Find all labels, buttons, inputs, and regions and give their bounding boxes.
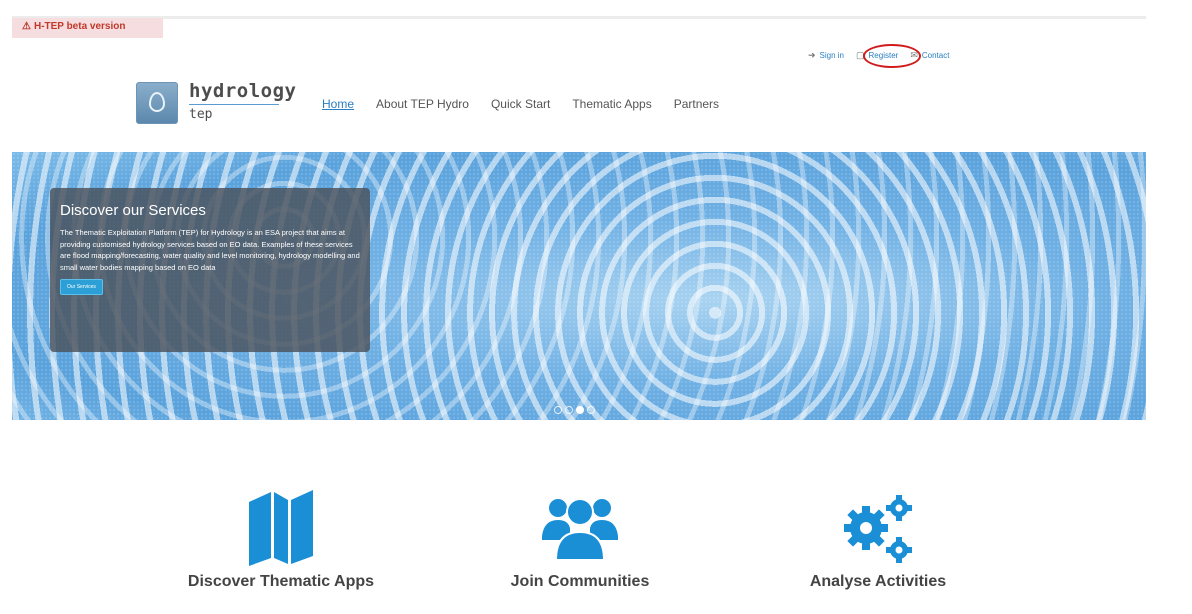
- nav-thematic-apps[interactable]: Thematic Apps: [572, 97, 651, 111]
- carousel-dot[interactable]: [554, 406, 562, 414]
- hero-body: The Thematic Exploitation Platform (TEP)…: [60, 228, 360, 272]
- utility-nav: ➜ Sign in ▢ Register ✉ Contact: [808, 44, 961, 68]
- logo-title[interactable]: hydrology: [189, 80, 296, 102]
- carousel-dot-active[interactable]: [576, 406, 584, 414]
- carousel-dot[interactable]: [565, 406, 573, 414]
- carousel-indicators: [554, 406, 598, 414]
- logo-subtitle: tep: [189, 107, 213, 122]
- register-label-wrap: Register: [862, 44, 921, 68]
- feature-label: Analyse Activities: [809, 573, 947, 590]
- our-services-button[interactable]: Our Services: [60, 279, 103, 296]
- main-nav: Home About TEP Hydro Quick Start Themati…: [322, 97, 741, 111]
- nav-partners[interactable]: Partners: [674, 97, 719, 111]
- register-highlight-circle: [862, 44, 921, 68]
- nav-about[interactable]: About TEP Hydro: [376, 97, 469, 111]
- beta-banner: ⚠ H-TEP beta version: [12, 18, 163, 38]
- warning-icon: ⚠: [22, 21, 31, 32]
- gears-icon: [838, 488, 918, 568]
- users-icon: [540, 488, 620, 568]
- sign-in-label: Sign in: [819, 51, 845, 60]
- feature-label: Join Communities: [510, 573, 650, 590]
- sign-in-link[interactable]: ➜ Sign in: [808, 50, 844, 61]
- logo-icon[interactable]: [136, 82, 178, 124]
- map-icon: [241, 488, 321, 568]
- nav-quick-start[interactable]: Quick Start: [491, 97, 550, 111]
- feature-label: Discover Thematic Apps: [187, 573, 375, 590]
- nav-home[interactable]: Home: [322, 97, 354, 111]
- logo-divider: [189, 104, 279, 105]
- register-link[interactable]: ▢ Register: [856, 44, 921, 68]
- contact-label: Contact: [921, 51, 950, 60]
- beta-banner-text: H-TEP beta version: [33, 21, 126, 32]
- hero-carousel: Discover our Services The Thematic Explo…: [12, 152, 1146, 420]
- hero-caption-panel: Discover our Services The Thematic Explo…: [50, 188, 370, 352]
- top-divider: [12, 16, 1146, 19]
- water-drop-icon: [149, 92, 165, 112]
- sign-in-icon: ➜: [808, 50, 816, 60]
- hero-title: Discover our Services: [60, 202, 206, 219]
- carousel-dot[interactable]: [587, 406, 595, 414]
